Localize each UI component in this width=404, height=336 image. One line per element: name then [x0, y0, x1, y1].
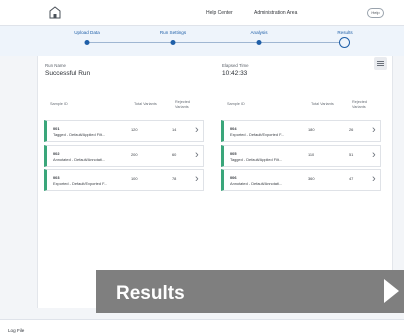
- banner-title: Results: [116, 283, 185, 304]
- chevron-right-icon[interactable]: ›: [372, 174, 376, 185]
- right-header-rejected: Rejected Variants: [352, 100, 367, 109]
- stepper-track: [87, 42, 345, 43]
- sample-id: 002: [53, 151, 60, 156]
- chevron-right-icon[interactable]: ›: [372, 150, 376, 161]
- rejected-variants: 26: [349, 127, 354, 132]
- step-ring-results-current: [339, 37, 350, 48]
- app-screen: Help Center Administration Area Help Upl…: [0, 0, 404, 336]
- rejected-variants: 14: [172, 127, 177, 132]
- step-results[interactable]: Results: [337, 30, 352, 35]
- sample-id: 005: [230, 151, 237, 156]
- footer-bar: Log File: [0, 319, 404, 336]
- rejected-variants: 47: [349, 176, 354, 181]
- left-header-total: Total Variants: [134, 102, 157, 106]
- sample-card[interactable]: 002 Annotated - Default/Annotati... 200 …: [44, 145, 204, 167]
- results-banner[interactable]: Results: [96, 270, 404, 313]
- chevron-right-icon[interactable]: ›: [195, 150, 199, 161]
- sample-description: Tagged - Default/Applied Filt...: [53, 132, 106, 137]
- chevron-right-icon[interactable]: ›: [195, 174, 199, 185]
- rejected-variants: 60: [172, 152, 177, 157]
- total-variants: 200: [131, 152, 138, 157]
- sample-description: Annotated - Default/Annotati...: [53, 157, 106, 162]
- sample-card[interactable]: 001 Tagged - Default/Applied Filt... 120…: [44, 120, 204, 142]
- sample-card[interactable]: 004 Exported - Default/Exported F... 180…: [221, 120, 381, 142]
- run-name-label: Run Name: [45, 63, 66, 68]
- elapsed-time-label: Elapsed Time: [222, 63, 249, 68]
- rejected-variants: 78: [172, 176, 177, 181]
- sample-id: 006: [230, 175, 237, 180]
- right-header-total: Total Variants: [311, 102, 334, 106]
- elapsed-time-value: 10:42:33: [222, 70, 248, 77]
- left-header-rejected: Rejected Variants: [175, 100, 190, 109]
- step-analysis[interactable]: Analysis: [250, 30, 267, 35]
- step-dot-run-settings: [170, 40, 176, 45]
- left-header-sample-id: Sample ID: [50, 102, 68, 106]
- sample-description: Exported - Default/Exported F...: [53, 181, 108, 186]
- admin-area-link[interactable]: Administration Area: [254, 10, 297, 16]
- sample-description: Exported - Default/Exported F...: [230, 132, 285, 137]
- sample-card[interactable]: 005 Tagged - Default/Applied Filt... 110…: [221, 145, 381, 167]
- home-icon[interactable]: [49, 6, 61, 19]
- right-header-sample-id: Sample ID: [227, 102, 245, 106]
- sample-description: Annotated - Default/Annotati...: [230, 181, 283, 186]
- total-variants: 110: [308, 152, 315, 157]
- rejected-variants: 51: [349, 152, 354, 157]
- help-button[interactable]: Help: [367, 8, 384, 18]
- play-arrow-icon[interactable]: [384, 279, 399, 303]
- total-variants: 360: [308, 176, 315, 181]
- top-bar: Help Center Administration Area Help: [0, 0, 404, 26]
- step-run-settings[interactable]: Run Settings: [160, 30, 186, 35]
- help-center-link[interactable]: Help Center: [206, 10, 233, 16]
- more-options-button[interactable]: [374, 57, 387, 70]
- total-variants: 100: [131, 176, 138, 181]
- step-upload-data[interactable]: Upload Data: [74, 30, 100, 35]
- sample-card[interactable]: 003 Exported - Default/Exported F... 100…: [44, 169, 204, 191]
- chevron-right-icon[interactable]: ›: [195, 125, 199, 136]
- sample-id: 004: [230, 126, 237, 131]
- chevron-right-icon[interactable]: ›: [372, 125, 376, 136]
- sample-id: 003: [53, 175, 60, 180]
- total-variants: 120: [131, 127, 138, 132]
- step-dot-upload-data: [84, 40, 90, 45]
- step-dot-analysis: [256, 40, 262, 45]
- log-file-link[interactable]: Log File: [8, 328, 24, 333]
- total-variants: 180: [308, 127, 315, 132]
- sample-description: Tagged - Default/Applied Filt...: [230, 157, 283, 162]
- sample-id: 001: [53, 126, 60, 131]
- run-name-value: Successful Run: [45, 70, 91, 77]
- sample-card[interactable]: 006 Annotated - Default/Annotati... 360 …: [221, 169, 381, 191]
